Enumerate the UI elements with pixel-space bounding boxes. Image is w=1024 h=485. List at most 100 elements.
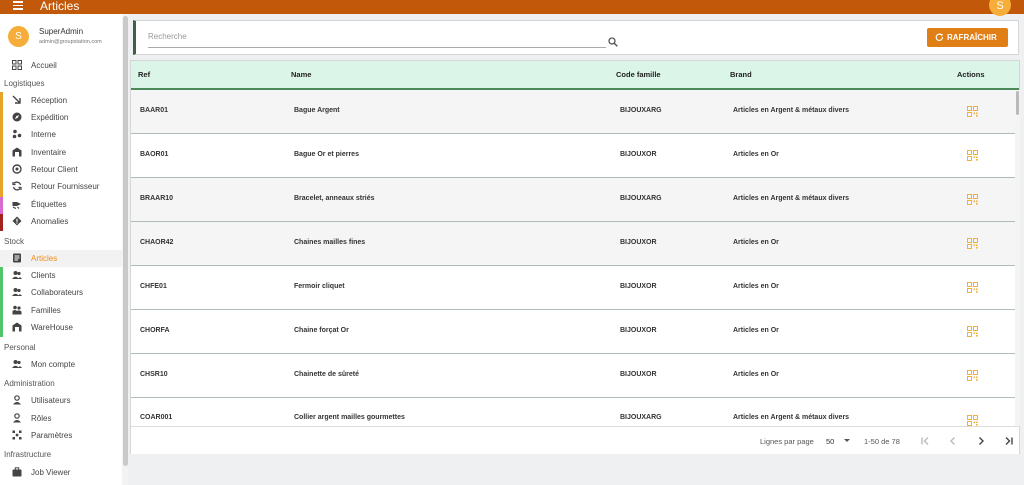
sidebar-item-reception[interactable]: Réception bbox=[0, 92, 122, 109]
sidebar-item-expedition[interactable]: Expédition bbox=[0, 109, 122, 126]
table-scrollbar[interactable] bbox=[1015, 90, 1020, 426]
cell-brand: Articles en Argent & métaux divers bbox=[733, 414, 850, 421]
column-header-brand[interactable]: Brand bbox=[730, 70, 752, 79]
section-infrastructure: Infrastructure bbox=[4, 450, 52, 459]
search-panel: RAFRAÎCHIR bbox=[133, 20, 1019, 55]
cell-code-famille: BIJOUXOR bbox=[620, 151, 657, 158]
cell-brand: Articles en Argent & métaux divers bbox=[733, 107, 850, 114]
refresh-button[interactable]: RAFRAÎCHIR bbox=[927, 28, 1008, 47]
sidebar-item-warehouse[interactable]: WareHouse bbox=[0, 319, 122, 336]
last-page-icon[interactable] bbox=[1002, 434, 1016, 448]
sidebar-item-mon-compte[interactable]: Mon compte bbox=[0, 356, 122, 373]
section-stock: Stock bbox=[4, 237, 25, 246]
menu-icon[interactable] bbox=[13, 1, 23, 10]
sidebar-item-familles[interactable]: Familles bbox=[0, 302, 122, 319]
table-row[interactable]: CHORFA Chaine forçat Or BIJOUXOR Article… bbox=[131, 310, 1015, 354]
user-avatar-button[interactable]: S bbox=[989, 0, 1011, 16]
return-icon bbox=[12, 164, 22, 174]
table-row[interactable]: COAR001 Collier argent mailles gourmette… bbox=[131, 398, 1015, 426]
article-icon bbox=[12, 253, 22, 263]
arrow-down-right-icon bbox=[12, 95, 22, 105]
qr-code-icon[interactable] bbox=[967, 324, 978, 337]
sidebar-item-label: Accueil bbox=[31, 61, 57, 70]
cell-brand: Articles en Or bbox=[733, 327, 779, 334]
warehouse-icon bbox=[12, 322, 22, 332]
next-page-icon[interactable] bbox=[974, 434, 988, 448]
sidebar-item-clients[interactable]: Clients bbox=[0, 267, 122, 284]
sidebar-item-utilisateurs[interactable]: Utilisateurs bbox=[0, 392, 122, 409]
sidebar-item-label: Paramètres bbox=[31, 431, 73, 440]
sidebar-item-interne[interactable]: Interne bbox=[0, 126, 122, 143]
cell-ref: CHAOR42 bbox=[140, 239, 174, 246]
cell-ref: BAOR01 bbox=[140, 151, 169, 158]
section-personal: Personal bbox=[4, 343, 36, 352]
rows-per-page-value: 50 bbox=[826, 437, 835, 446]
rows-per-page-select[interactable]: 50 bbox=[824, 435, 854, 448]
cell-ref: BAAR01 bbox=[140, 107, 169, 114]
sidebar-item-label: Mon compte bbox=[31, 360, 76, 369]
sidebar-item-label: WareHouse bbox=[31, 323, 73, 332]
table-scrollbar-thumb[interactable] bbox=[1016, 91, 1019, 115]
sidebar-item-retour-client[interactable]: Retour Client bbox=[0, 161, 122, 178]
sidebar-item-collaborateurs[interactable]: Collaborateurs bbox=[0, 284, 122, 301]
cell-code-famille: BIJOUXARG bbox=[620, 195, 662, 202]
column-header-code-famille[interactable]: Code famille bbox=[616, 70, 661, 79]
qr-code-icon[interactable] bbox=[967, 413, 978, 426]
page-title: Articles bbox=[40, 0, 80, 13]
search-icon[interactable] bbox=[608, 34, 618, 47]
cell-ref: CHSR10 bbox=[140, 371, 168, 378]
qr-code-icon[interactable] bbox=[967, 192, 978, 205]
avatar: S bbox=[8, 26, 29, 47]
sidebar-item-label: Retour Fournisseur bbox=[31, 182, 100, 191]
sidebar-item-articles[interactable]: Articles bbox=[0, 250, 122, 267]
sidebar-item-roles[interactable]: Rôles bbox=[0, 410, 122, 427]
table-row[interactable]: BRAAR10 Bracelet, anneaux striés BIJOUXA… bbox=[131, 178, 1015, 222]
people-icon bbox=[12, 270, 22, 280]
table-row[interactable]: BAAR01 Bague Argent BIJOUXARG Articles e… bbox=[131, 90, 1015, 134]
sidebar-item-label: Expédition bbox=[31, 113, 69, 122]
user-profile: S SuperAdmin admin@groupstation.com bbox=[0, 14, 122, 54]
table-row[interactable]: CHAOR42 Chaines mailles fines BIJOUXOR A… bbox=[131, 222, 1015, 266]
cell-code-famille: BIJOUXARG bbox=[620, 107, 662, 114]
qr-code-icon[interactable] bbox=[967, 280, 978, 293]
sidebar-item-inventaire[interactable]: Inventaire bbox=[0, 144, 122, 161]
search-input[interactable] bbox=[148, 32, 588, 41]
sidebar-item-etiquettes[interactable]: Étiquettes bbox=[0, 196, 122, 213]
page-background bbox=[128, 456, 1024, 485]
qr-code-icon[interactable] bbox=[967, 148, 978, 161]
search-field bbox=[148, 28, 618, 48]
sidebar-item-label: Inventaire bbox=[31, 148, 67, 157]
refresh-icon bbox=[935, 33, 944, 42]
profile-name: SuperAdmin bbox=[39, 27, 84, 36]
articles-table: Ref Name Code famille Brand Actions BAAR… bbox=[130, 60, 1020, 454]
settings-grid-icon bbox=[12, 430, 22, 440]
cell-name: Bracelet, anneaux striés bbox=[294, 195, 375, 202]
refresh-button-label: RAFRAÎCHIR bbox=[947, 33, 997, 42]
sidebar-item-accueil[interactable]: Accueil bbox=[0, 57, 122, 74]
scatter-icon bbox=[12, 129, 22, 139]
sidebar-item-label: Retour Client bbox=[31, 165, 78, 174]
sidebar-item-anomalies[interactable]: Anomalies bbox=[0, 213, 122, 230]
person-icon bbox=[12, 413, 22, 423]
cell-name: Chainette de sûreté bbox=[294, 371, 359, 378]
previous-page-icon[interactable] bbox=[946, 434, 960, 448]
sidebar-item-retour-fournisseur[interactable]: Retour Fournisseur bbox=[0, 178, 122, 195]
cell-brand: Articles en Or bbox=[733, 371, 779, 378]
table-pagination: Lignes par page 50 1-50 de 78 bbox=[131, 426, 1019, 454]
table-row[interactable]: BAOR01 Bague Or et pierres BIJOUXOR Arti… bbox=[131, 134, 1015, 178]
first-page-icon[interactable] bbox=[918, 434, 932, 448]
warning-diamond-icon bbox=[12, 216, 22, 226]
people-icon bbox=[12, 287, 22, 297]
qr-code-icon[interactable] bbox=[967, 236, 978, 249]
column-header-name[interactable]: Name bbox=[291, 70, 311, 79]
column-header-ref[interactable]: Ref bbox=[138, 70, 150, 79]
sidebar-item-parametres[interactable]: Paramètres bbox=[0, 427, 122, 444]
sidebar-scrollbar-thumb[interactable] bbox=[123, 16, 128, 466]
qr-code-icon[interactable] bbox=[967, 368, 978, 381]
table-row[interactable]: CHFE01 Fermoir cliquet BIJOUXOR Articles… bbox=[131, 266, 1015, 310]
table-body: BAAR01 Bague Argent BIJOUXARG Articles e… bbox=[131, 90, 1019, 426]
qr-code-icon[interactable] bbox=[967, 104, 978, 117]
cell-name: Bague Argent bbox=[294, 107, 340, 114]
table-row[interactable]: CHSR10 Chainette de sûreté BIJOUXOR Arti… bbox=[131, 354, 1015, 398]
sidebar-item-job-viewer[interactable]: Job Viewer bbox=[0, 464, 122, 481]
